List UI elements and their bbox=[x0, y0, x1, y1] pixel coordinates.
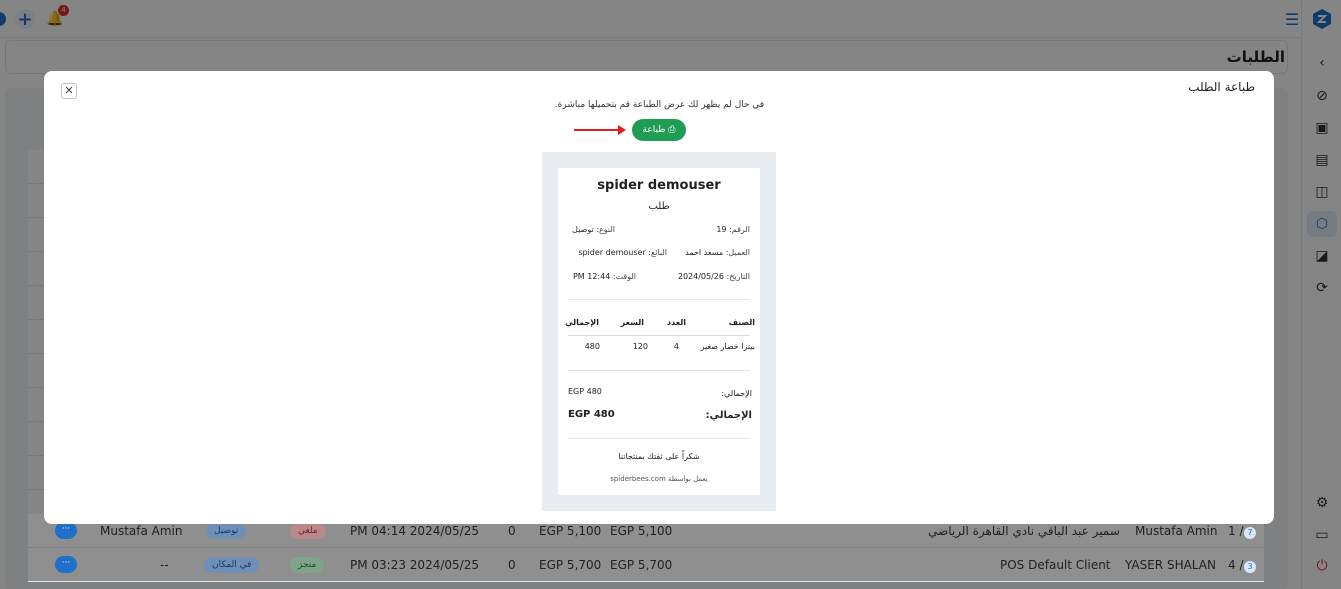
receipt-thanks: شكراً على ثقتك بمنتجاتنا bbox=[618, 452, 700, 461]
receipt-divider bbox=[568, 299, 750, 300]
arrow-icon bbox=[574, 125, 626, 135]
col-qty-header: العدد bbox=[667, 318, 686, 327]
row-status-badge: منجز bbox=[290, 557, 325, 573]
receipt-type: النوع: توصيل bbox=[572, 225, 615, 234]
col-total-header: الإجمالي bbox=[565, 318, 599, 327]
grand-total-value: EGP 480 bbox=[568, 409, 615, 420]
grand-total-label: الإجمالي: bbox=[705, 410, 752, 421]
receipt-heading: طلب bbox=[648, 201, 670, 212]
item-price: 120 bbox=[632, 342, 648, 351]
row-paid: 0 bbox=[508, 558, 516, 572]
item-total: 480 bbox=[584, 342, 600, 351]
row-actions-button[interactable]: ··· bbox=[55, 522, 77, 539]
print-order-modal: طباعة الطلب ✕ في حال لم يظهر لك عرض الطب… bbox=[44, 71, 1274, 524]
row-id-badge: 7 bbox=[1244, 527, 1256, 539]
row-type-badge: توصيل bbox=[206, 523, 247, 539]
row-client: POS Default Client bbox=[1000, 558, 1111, 572]
item-name: بيتزا خضار صغير bbox=[700, 342, 755, 351]
subtotal-label: الإجمالي: bbox=[721, 389, 752, 398]
table-row[interactable]: ··· -- في المكان منجز PM 03:23 2024/05/2… bbox=[28, 548, 1264, 582]
receipt-table-divider bbox=[568, 335, 750, 336]
row-status-badge: ملغي bbox=[290, 523, 326, 539]
receipt-time: الوقت: PM 12:44 bbox=[572, 272, 636, 281]
col-price-header: السعر bbox=[620, 318, 644, 327]
close-icon[interactable]: ✕ bbox=[61, 83, 77, 99]
row-actions-button[interactable]: ··· bbox=[55, 556, 77, 573]
item-qty: 4 bbox=[673, 342, 679, 351]
receipt-divider bbox=[568, 438, 750, 439]
modal-title: طباعة الطلب bbox=[1188, 80, 1255, 94]
row-driver: -- bbox=[160, 558, 169, 572]
orders-table-visible-rows: ··· Mustafa Amin توصيل ملغي PM 04:14 202… bbox=[28, 514, 1264, 582]
row-page: 4 / bbox=[1228, 558, 1244, 572]
receipt-date: التاريخ: 2024/05/26 bbox=[677, 272, 750, 281]
receipt-powered-by: يعمل بواسطة spiderbees.com bbox=[610, 475, 708, 483]
row-type-badge: في المكان bbox=[204, 557, 260, 573]
receipt-number: الرقم: 19 bbox=[716, 225, 750, 234]
row-id-badge: 3 bbox=[1244, 561, 1256, 573]
col-item-header: الصنف bbox=[728, 318, 755, 327]
receipt-preview: spider demouser طلب الرقم: 19 النوع: توص… bbox=[542, 152, 776, 511]
receipt-store-name: spider demouser bbox=[597, 178, 721, 193]
receipt-customer: العميل: مسعد احمد bbox=[685, 248, 750, 257]
receipt-divider bbox=[568, 370, 750, 371]
row-datetime: PM 03:23 2024/05/25 bbox=[350, 558, 479, 572]
print-button[interactable]: ⎙ طباعة bbox=[632, 119, 686, 141]
print-note: في حال لم يظهر لك عرض الطباعة قم بتحميله… bbox=[554, 100, 765, 110]
row-subtotal: EGP 5,700 bbox=[610, 558, 673, 572]
receipt-seller: البائع: spider demouser bbox=[578, 248, 667, 257]
subtotal-value: EGP 480 bbox=[568, 387, 602, 396]
row-user: YASER SHALAN bbox=[1125, 558, 1216, 572]
row-total: EGP 5,700 bbox=[539, 558, 602, 572]
receipt: spider demouser طلب الرقم: 19 النوع: توص… bbox=[558, 168, 760, 495]
